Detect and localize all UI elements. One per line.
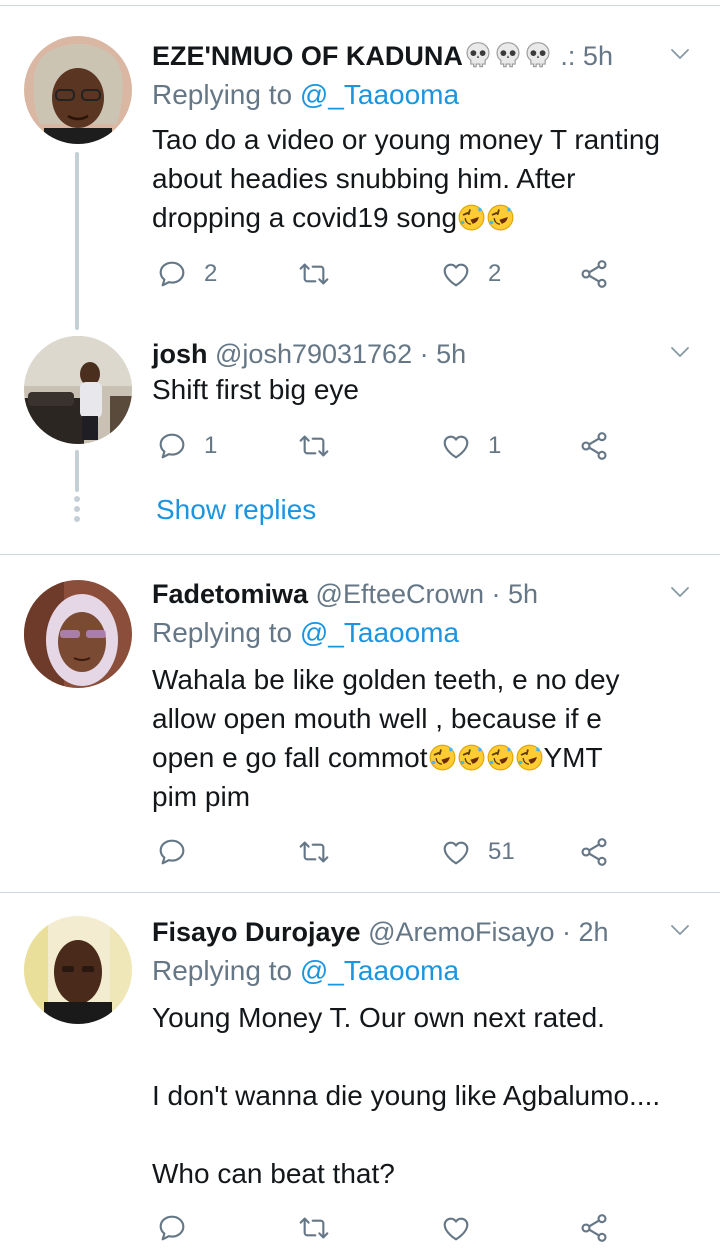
mention-link[interactable]: @_Taaooma [300,79,459,110]
tweet-actions: 2 2 [152,254,672,294]
reply-button[interactable] [156,1208,188,1248]
tweet-text: Shift first big eye [152,374,359,405]
retweet-icon [298,836,330,868]
thread-line [75,152,79,330]
like-count: 2 [488,260,502,287]
chevron-down-icon[interactable] [668,918,692,942]
reply-icon [156,836,188,868]
top-divider [0,5,720,6]
share-icon [578,430,610,462]
handle-and-time: @EfteeCrown · 5h [308,579,539,609]
more-replies-dots [74,496,80,526]
heart-icon [440,836,472,868]
share-button[interactable] [578,1208,610,1248]
share-icon [578,836,610,868]
tweet-text: Young Money T. Our own next rated. I don… [152,1002,661,1189]
share-button[interactable] [578,832,610,872]
replying-label: Replying to [152,79,300,110]
divider [0,892,720,893]
share-button[interactable] [578,254,610,294]
divider [0,554,720,555]
tweet-text: Tao do a video or young money T ranting … [152,120,697,237]
avatar[interactable] [24,916,132,1024]
tweet-text-content: Tao do a video or young money T ranting … [152,124,660,233]
reply-button[interactable]: 2 [156,254,217,294]
retweet-icon [298,430,330,462]
like-count: 1 [488,432,502,459]
retweet-icon [298,258,330,290]
reply-count: 1 [204,432,218,459]
tweet-fisayo[interactable]: Fisayo Durojaye @AremoFisayo · 2h Replyi… [0,912,720,1234]
replying-label: Replying to [152,955,300,986]
tweet-eze-nmuo[interactable]: EZE'NMUO OF KADUNA .: 5h Replying to @_T… [0,36,720,336]
rofl-emoji [457,202,515,233]
tweet-fadetomiwa[interactable]: Fadetomiwa @EfteeCrown · 5h Replying to … [0,574,720,890]
reply-icon [156,1212,188,1244]
handle-and-time: .: 5h [552,41,613,71]
tweet-text: Wahala be like golden teeth, e no dey al… [152,660,697,816]
share-icon [578,258,610,290]
heart-icon [440,258,472,290]
chevron-down-icon[interactable] [668,42,692,66]
reply-icon [156,430,188,462]
replying-to: Replying to @_Taaooma [152,76,459,114]
mention-link[interactable]: @_Taaooma [300,955,459,986]
thread-line [75,450,79,492]
share-button[interactable] [578,426,610,466]
retweet-button[interactable] [298,426,346,466]
tweet-actions: 51 [152,832,672,872]
reply-icon [156,258,188,290]
like-button[interactable]: 2 [440,254,501,294]
tweet-header: Fisayo Durojaye @AremoFisayo · 2h [152,912,712,952]
tweet-header: Fadetomiwa @EfteeCrown · 5h [152,574,712,614]
show-replies-link[interactable]: Show replies [156,490,316,530]
reply-button[interactable] [156,832,204,872]
handle-and-time: @AremoFisayo · 2h [360,917,609,947]
reply-count: 2 [204,260,218,287]
display-name[interactable]: Fadetomiwa [152,579,308,609]
display-name[interactable]: Fisayo Durojaye [152,917,361,947]
tweet-actions [152,1208,672,1248]
rofl-emoji [428,742,544,773]
retweet-icon [298,1212,330,1244]
retweet-button[interactable] [298,832,346,872]
chevron-down-icon[interactable] [668,340,692,364]
heart-icon [440,430,472,462]
display-name[interactable]: EZE'NMUO OF KADUNA [152,41,463,71]
replying-to: Replying to @_Taaooma [152,952,459,990]
replying-to: Replying to @_Taaooma [152,614,459,652]
reply-button[interactable]: 1 [156,426,217,466]
avatar[interactable] [24,36,132,144]
handle-and-time: @josh79031762 · 5h [207,339,467,369]
like-count: 51 [488,838,515,865]
chevron-down-icon[interactable] [668,580,692,604]
like-button[interactable]: 51 [440,832,515,872]
skull-emoji [463,41,553,71]
like-button[interactable] [440,1208,472,1248]
like-button[interactable]: 1 [440,426,501,466]
tweet-header: EZE'NMUO OF KADUNA .: 5h [152,36,712,76]
tweet-josh[interactable]: josh @josh79031762 · 5h Shift first big … [0,334,720,554]
tweet-header: josh @josh79031762 · 5h [152,334,712,374]
avatar[interactable] [24,336,132,444]
avatar[interactable] [24,580,132,688]
display-name[interactable]: josh [152,339,208,369]
retweet-button[interactable] [298,254,346,294]
heart-icon [440,1212,472,1244]
retweet-button[interactable] [298,1208,330,1248]
tweet-actions: 1 1 [152,426,672,466]
mention-link[interactable]: @_Taaooma [300,617,459,648]
share-icon [578,1212,610,1244]
replying-label: Replying to [152,617,300,648]
